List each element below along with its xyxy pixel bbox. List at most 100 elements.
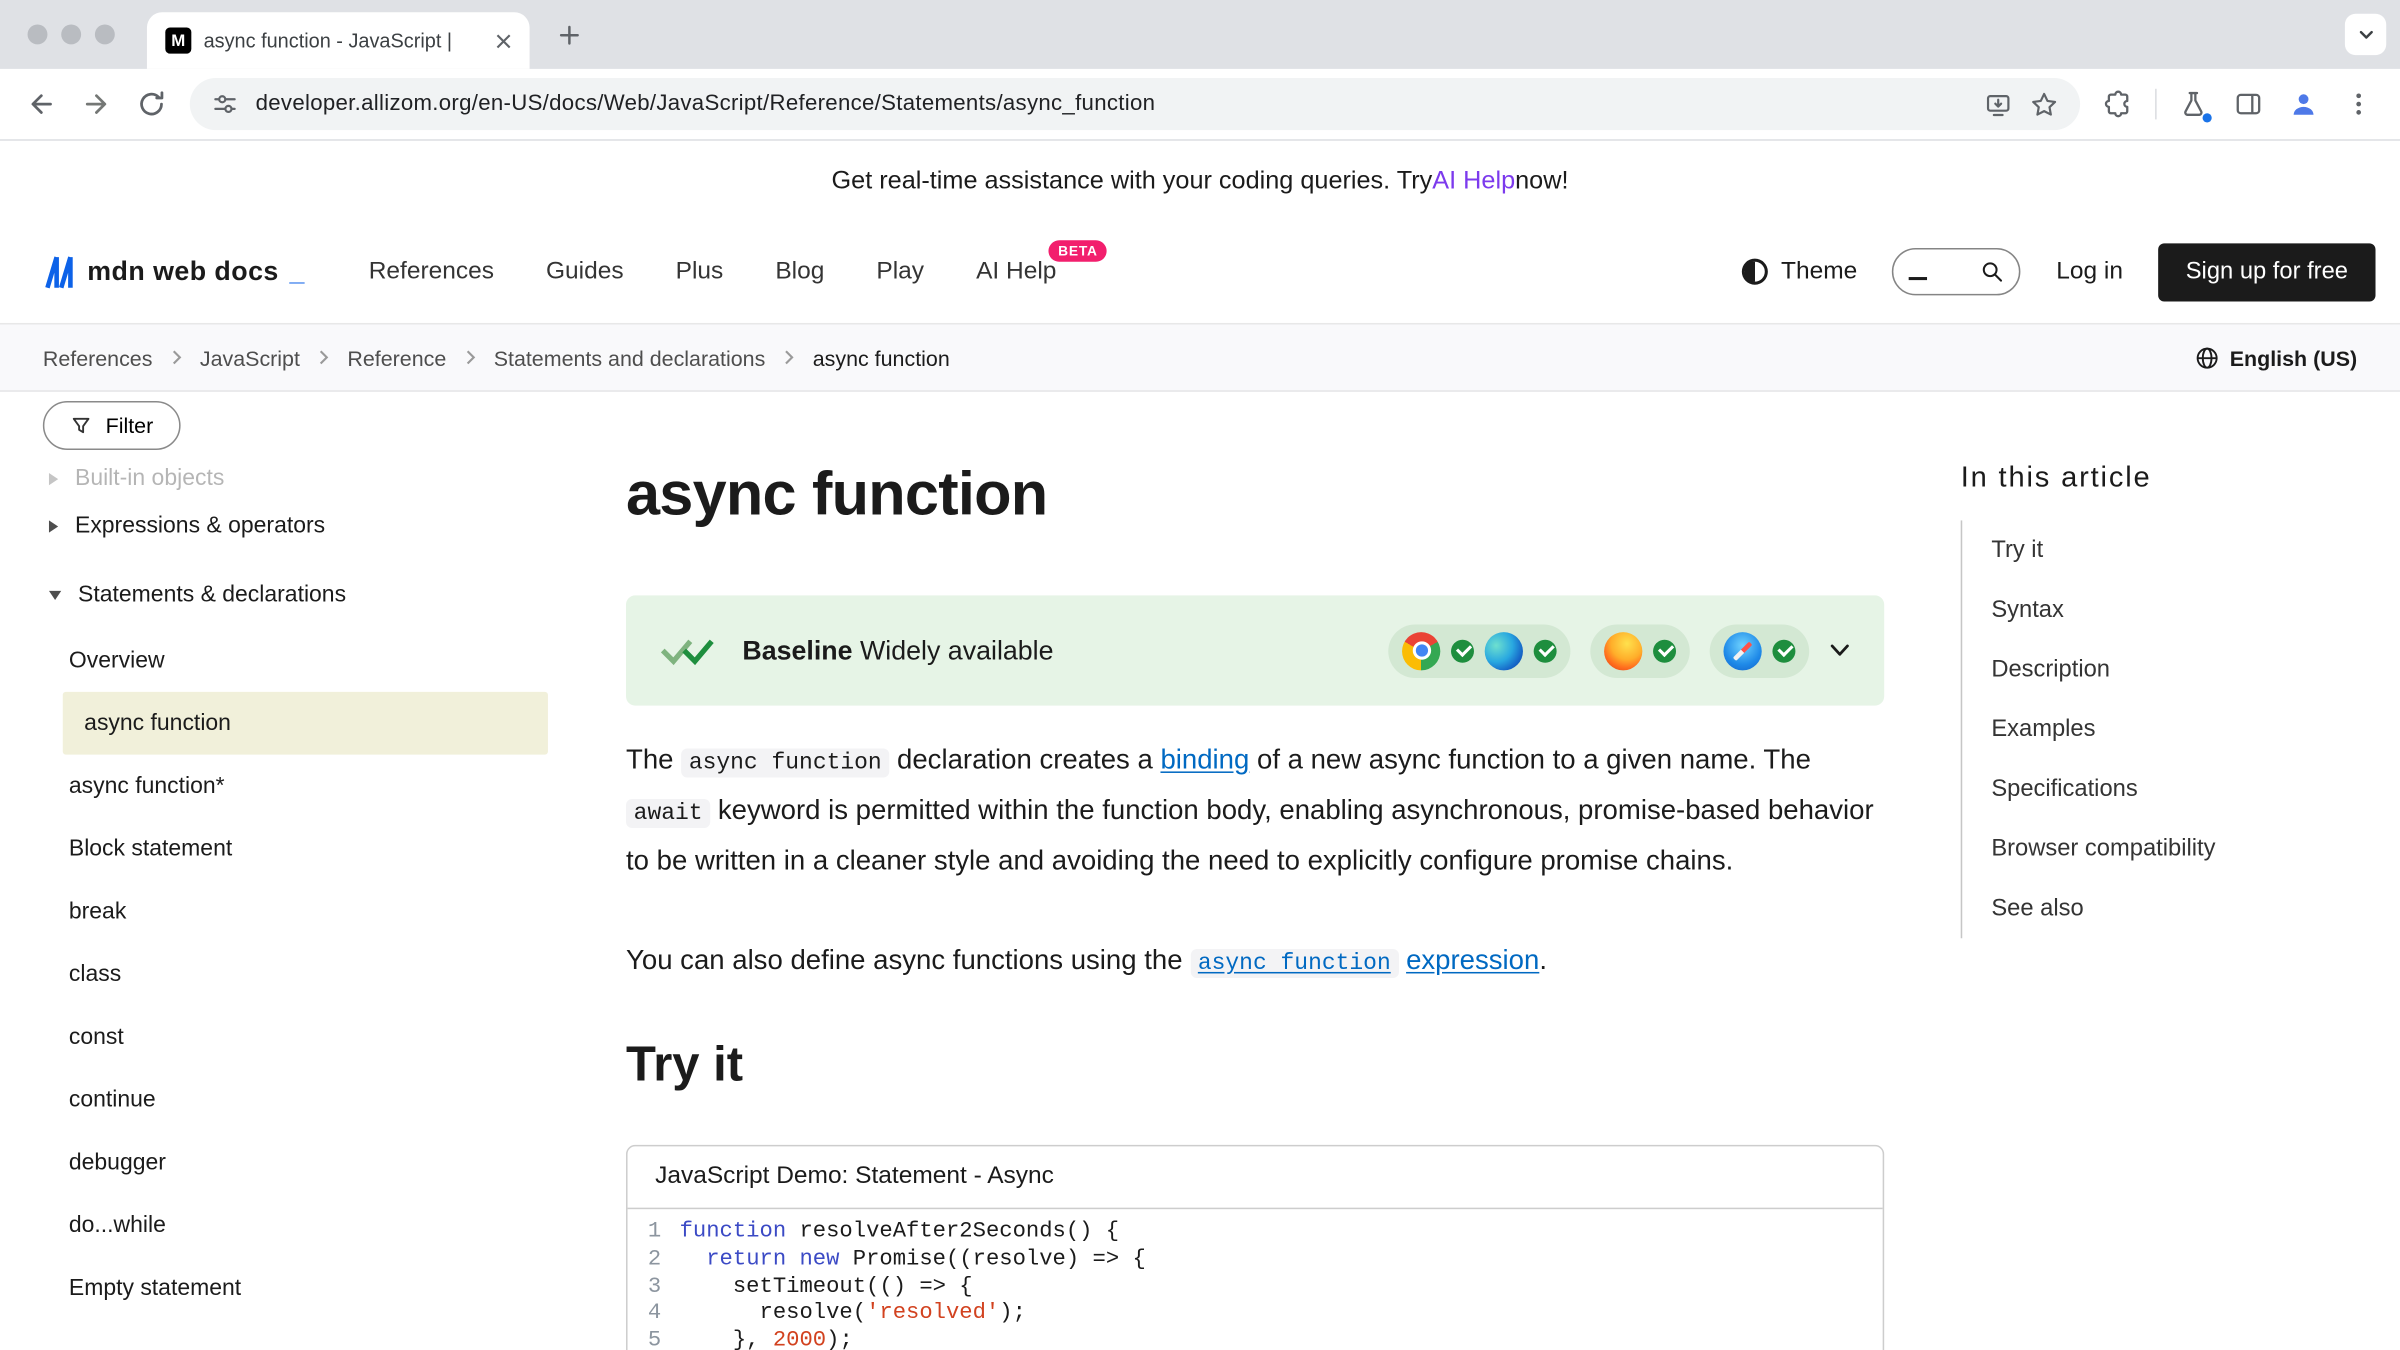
brand-text: mdn web docs [87,256,279,288]
tab-title: async function - JavaScript | [204,29,478,52]
sidebar-item[interactable]: debugger [43,1131,548,1194]
baseline-status: Widely available [860,634,1054,665]
sidebar-item[interactable]: const [43,1006,548,1069]
profile-avatar-icon[interactable] [2278,78,2330,130]
interactive-demo: JavaScript Demo: Statement - Async 1func… [626,1145,1884,1350]
header-actions: Theme Log in Sign up for free [1741,243,2375,301]
ai-help-link[interactable]: AI Help [1432,166,1515,195]
browser-support-firefox [1590,624,1689,678]
breadcrumb-item[interactable]: JavaScript [200,345,300,369]
toc-list: Try it Syntax Description Examples Speci… [1961,520,2362,938]
firefox-icon [1604,631,1642,669]
table-of-contents: In this article Try it Syntax Descriptio… [1961,462,2362,938]
language-label: English (US) [2230,345,2357,369]
browser-support-chrome-edge [1388,624,1570,678]
brand-cursor: _ [290,256,305,288]
sidebar-item[interactable]: async function* [43,755,548,818]
safari-icon [1723,631,1761,669]
url-text: developer.allizom.org/en-US/docs/Web/Jav… [256,92,1967,116]
nav-item-guides[interactable]: Guides [546,258,624,286]
side-panel-icon[interactable] [2222,78,2274,130]
mdn-logo[interactable]: mdn web docs _ [43,253,305,290]
toc-item-try-it[interactable]: Try it [1991,536,2043,562]
supported-check-icon [1451,639,1474,662]
toc-item-syntax[interactable]: Syntax [1991,596,2064,622]
sidebar-item[interactable]: break [43,880,548,943]
chevron-right-icon [465,349,476,366]
reload-button[interactable] [126,78,178,130]
bookmark-star-icon[interactable] [2030,90,2059,119]
tab-search-chevron-button[interactable] [2345,14,2386,55]
baseline-widget: Baseline Widely available [626,595,1884,705]
inline-code: async function [681,748,889,777]
mdn-header: mdn web docs _ References Guides Plus Bl… [0,220,2400,324]
baseline-check-icon [660,635,718,666]
toc-item-examples[interactable]: Examples [1991,716,2095,742]
toc-item-browser-compatibility[interactable]: Browser compatibility [1991,835,2215,861]
demo-code-editor[interactable]: 1function resolveAfter2Seconds() {2 retu… [628,1209,1883,1350]
sidebar-item-active[interactable]: async function [63,692,548,755]
sidebar-item[interactable]: class [43,943,548,1006]
forward-button[interactable] [70,78,122,130]
nav-item-ai-help[interactable]: AI Help BETA [976,258,1056,286]
tryit-heading: Try it [626,1036,1884,1093]
search-caret [1909,276,1927,280]
breadcrumb-item[interactable]: References [43,345,153,369]
baseline-chevron-icon[interactable] [1829,643,1850,658]
supported-check-icon [1653,639,1676,662]
article: async function Baseline Widely available [626,392,1884,1350]
binding-link[interactable]: binding [1160,744,1249,775]
sidebar-item[interactable]: continue [43,1068,548,1131]
browser-tab[interactable]: M async function - JavaScript | [147,12,530,69]
address-bar[interactable]: developer.allizom.org/en-US/docs/Web/Jav… [190,78,2080,130]
tab-close-icon[interactable] [490,27,518,55]
promo-text-before: Get real-time assistance with your codin… [832,166,1433,195]
search-input[interactable] [1892,248,2021,295]
sidebar-item[interactable]: do...while [43,1194,548,1257]
site-info-icon[interactable] [211,90,239,118]
filter-button[interactable]: Filter [43,401,181,450]
extensions-puzzle-icon[interactable] [2092,78,2144,130]
beta-badge: BETA [1049,240,1107,261]
filter-icon [70,415,91,436]
nav-item-references[interactable]: References [369,258,494,286]
async-function-expression-link[interactable]: async function [1190,944,1398,975]
install-icon[interactable] [1984,90,2013,119]
language-switcher[interactable]: English (US) [2195,345,2358,369]
login-link[interactable]: Log in [2056,258,2123,286]
toc-item-see-also[interactable]: See also [1991,895,2083,921]
breadcrumb-bar: References JavaScript Reference Statemen… [0,324,2400,391]
window-zoom-button[interactable] [95,24,115,44]
caret-down-icon [47,589,62,601]
sidebar-item[interactable]: Empty statement [43,1257,548,1320]
supported-check-icon [1534,639,1557,662]
breadcrumb-current: async function [813,345,950,369]
window-minimize-button[interactable] [61,24,81,44]
nav-item-blog[interactable]: Blog [775,258,824,286]
demo-title: JavaScript Demo: Statement - Async [628,1146,1883,1209]
breadcrumb-item[interactable]: Statements and declarations [494,345,766,369]
sidebar-section-statements[interactable]: Statements & declarations [43,560,548,629]
labs-flask-icon[interactable] [2167,78,2219,130]
signup-button[interactable]: Sign up for free [2158,243,2375,301]
promo-banner: Get real-time assistance with your codin… [0,141,2400,221]
browser-support-safari [1710,624,1809,678]
back-button[interactable] [15,78,67,130]
sidebar-item-built-in-objects[interactable]: Built-in objects [43,465,548,491]
chevron-right-icon [171,349,182,366]
nav-item-play[interactable]: Play [876,258,924,286]
toolbar-divider [2155,89,2157,120]
breadcrumb-item[interactable]: Reference [347,345,446,369]
theme-toggle[interactable]: Theme [1741,258,1857,286]
sidebar-section-expressions[interactable]: Expressions & operators [43,491,548,560]
sidebar-item[interactable]: Overview [43,629,548,692]
sidebar-item[interactable]: Block statement [43,817,548,880]
expression-link[interactable]: expression [1406,944,1539,975]
new-tab-button[interactable] [554,20,585,51]
theme-label: Theme [1781,258,1857,286]
nav-item-plus[interactable]: Plus [676,258,724,286]
window-close-button[interactable] [28,24,48,44]
toc-item-specifications[interactable]: Specifications [1991,775,2137,801]
menu-kebab-icon[interactable] [2333,78,2385,130]
toc-item-description[interactable]: Description [1991,656,2110,682]
